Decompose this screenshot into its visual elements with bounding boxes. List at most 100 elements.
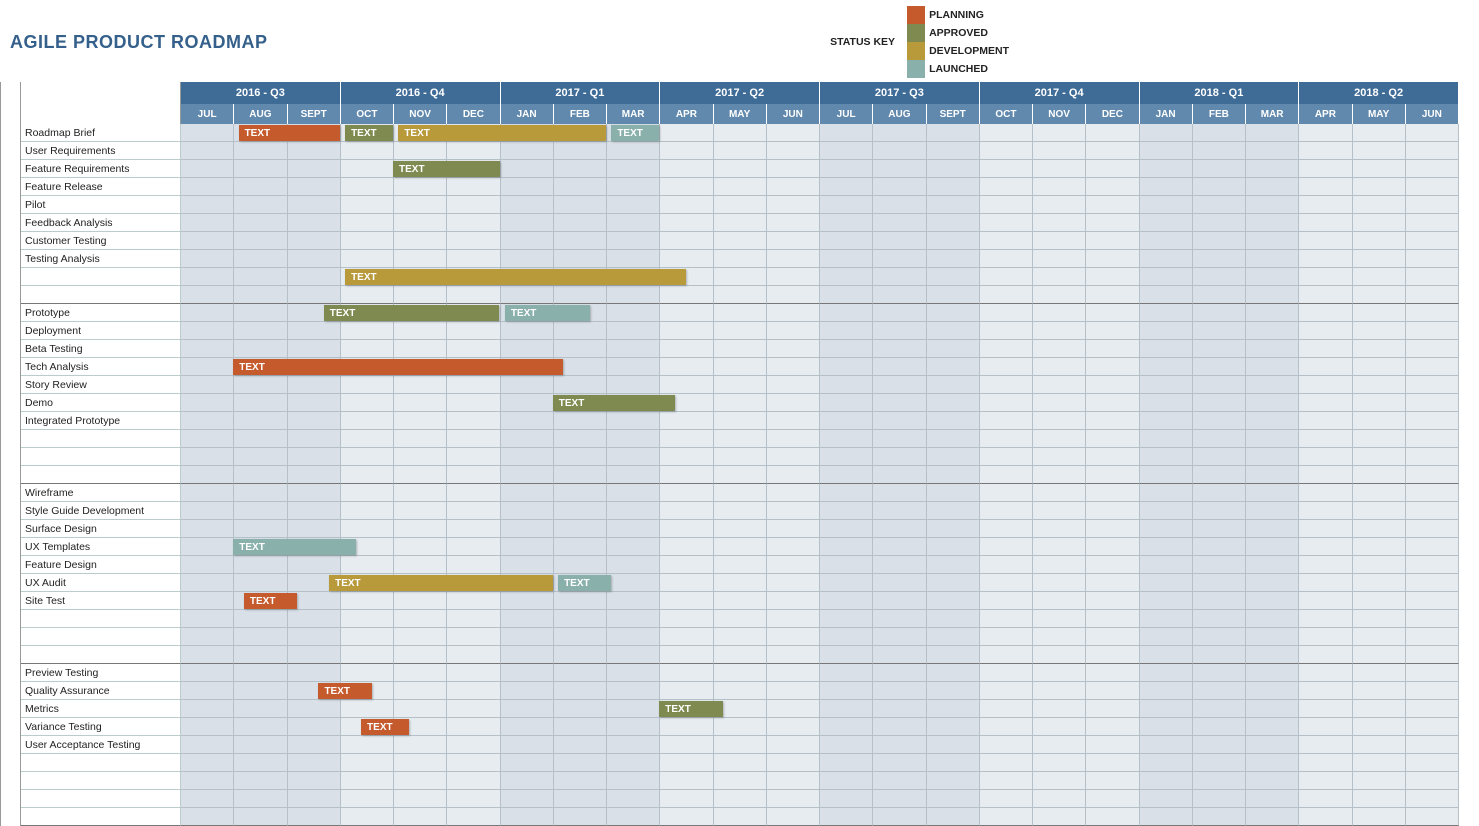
grid-cell[interactable] [181,718,234,736]
grid-cell[interactable] [234,412,287,430]
task-label[interactable] [21,808,181,826]
task-label[interactable]: User Requirements [21,142,181,160]
grid-cell[interactable] [288,412,341,430]
grid-cell[interactable] [714,142,767,160]
grid-cell[interactable] [1299,682,1352,700]
gantt-bar-approved[interactable]: TEXT [324,305,500,321]
gantt-bar-launched[interactable]: TEXT [233,539,355,555]
grid-cell[interactable] [1246,538,1299,556]
grid-cell[interactable] [767,376,820,394]
grid-cell[interactable] [1086,358,1139,376]
grid-cell[interactable] [394,286,447,304]
grid-cell[interactable] [181,754,234,772]
grid-cell[interactable] [1406,484,1459,502]
grid-cell[interactable] [607,430,660,448]
grid-cell[interactable] [447,448,500,466]
grid-cell[interactable] [1353,250,1406,268]
grid-cell[interactable] [1406,682,1459,700]
grid-cell[interactable] [1140,556,1193,574]
grid-cell[interactable] [660,718,713,736]
grid-cell[interactable] [820,772,873,790]
grid-cell[interactable] [1086,160,1139,178]
gantt-bar-planning[interactable]: TEXT [239,125,340,141]
grid-cell[interactable] [341,664,394,682]
grid-cell[interactable] [1353,484,1406,502]
grid-cell[interactable] [234,718,287,736]
task-label[interactable] [21,646,181,664]
grid-cell[interactable] [927,304,980,322]
grid-cell[interactable] [767,772,820,790]
grid-cell[interactable] [660,376,713,394]
grid-cell[interactable] [1033,376,1086,394]
grid-cell[interactable] [447,286,500,304]
grid-cell[interactable] [554,664,607,682]
grid-cell[interactable] [607,232,660,250]
grid-cell[interactable] [767,646,820,664]
grid-cell[interactable] [1353,430,1406,448]
grid-cell[interactable] [394,682,447,700]
grid-cell[interactable] [1193,538,1246,556]
grid-cell[interactable] [767,502,820,520]
grid-cell[interactable] [1406,250,1459,268]
grid-cell[interactable] [660,142,713,160]
grid-cell[interactable] [181,700,234,718]
grid-cell[interactable] [714,250,767,268]
grid-cell[interactable] [714,538,767,556]
gantt-bar-launched[interactable]: TEXT [611,125,659,141]
grid-cell[interactable] [714,736,767,754]
grid-cell[interactable] [1299,304,1352,322]
grid-cell[interactable] [181,214,234,232]
grid-cell[interactable] [181,592,234,610]
grid-cell[interactable] [1193,178,1246,196]
grid-cell[interactable] [501,340,554,358]
grid-cell[interactable] [394,484,447,502]
grid-cell[interactable] [660,322,713,340]
grid-cell[interactable] [607,682,660,700]
grid-cell[interactable] [607,196,660,214]
grid-cell[interactable] [554,610,607,628]
grid-cell[interactable] [1246,682,1299,700]
grid-cell[interactable] [927,556,980,574]
grid-cell[interactable] [607,610,660,628]
grid-cell[interactable] [873,646,926,664]
grid-cell[interactable] [1140,304,1193,322]
grid-cell[interactable] [288,520,341,538]
grid-cell[interactable] [607,376,660,394]
grid-cell[interactable] [1140,412,1193,430]
grid-cell[interactable] [1193,574,1246,592]
grid-cell[interactable] [1406,718,1459,736]
grid-cell[interactable] [820,808,873,826]
grid-cell[interactable] [341,790,394,808]
grid-cell[interactable] [341,772,394,790]
grid-cell[interactable] [873,376,926,394]
grid-cell[interactable] [501,808,554,826]
grid-cell[interactable] [1193,754,1246,772]
grid-cell[interactable] [873,232,926,250]
grid-cell[interactable] [181,196,234,214]
grid-cell[interactable] [767,196,820,214]
grid-cell[interactable] [234,574,287,592]
grid-cell[interactable] [1246,322,1299,340]
grid-cell[interactable] [767,700,820,718]
grid-cell[interactable] [767,358,820,376]
grid-cell[interactable] [1193,466,1246,484]
grid-cell[interactable] [341,646,394,664]
grid-cell[interactable] [1086,196,1139,214]
grid-cell[interactable] [181,412,234,430]
grid-cell[interactable] [341,286,394,304]
grid-cell[interactable] [927,268,980,286]
grid-cell[interactable] [873,610,926,628]
grid-cell[interactable] [1140,574,1193,592]
grid-cell[interactable] [341,232,394,250]
grid-cell[interactable] [660,628,713,646]
grid-cell[interactable] [447,664,500,682]
grid-cell[interactable] [927,214,980,232]
grid-cell[interactable] [607,484,660,502]
grid-cell[interactable] [927,484,980,502]
grid-cell[interactable] [1246,628,1299,646]
grid-cell[interactable] [1193,592,1246,610]
grid-cell[interactable] [980,178,1033,196]
task-label[interactable]: UX Audit [21,574,181,592]
grid-cell[interactable] [501,232,554,250]
grid-cell[interactable] [234,394,287,412]
